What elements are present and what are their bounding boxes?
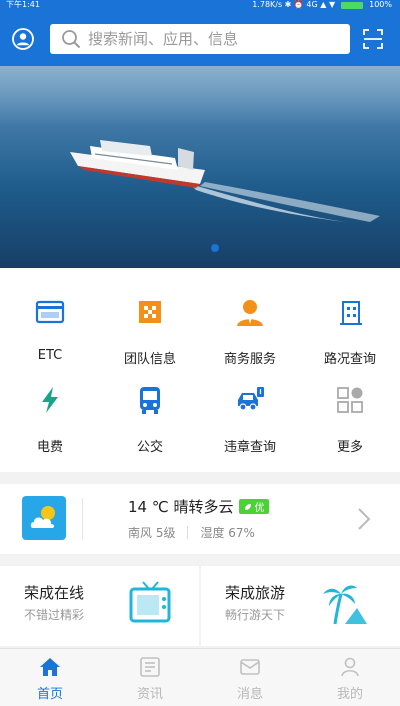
news-icon	[140, 657, 160, 677]
car-violation-icon	[238, 387, 264, 411]
tab-home[interactable]: 首页	[0, 649, 100, 706]
road-building-icon	[340, 301, 362, 325]
grid-item-label: ETC	[37, 348, 63, 363]
palm-tree-icon	[323, 585, 367, 625]
more-grid-icon	[337, 387, 363, 413]
grid-item-violation[interactable]: 违章查询	[200, 374, 300, 464]
status-time: 下午1:41	[6, 0, 40, 9]
grid-item-label: 路况查询	[323, 352, 376, 367]
promo-title: 荣成在线	[24, 584, 85, 602]
promo-card-online[interactable]: 荣成在线 不错过精彩	[0, 566, 199, 646]
bus-icon	[140, 387, 160, 414]
tab-label: 我的	[336, 687, 363, 702]
grid-item-bus[interactable]: 公交	[100, 374, 200, 464]
tab-label: 首页	[36, 687, 63, 702]
grid-item-etc[interactable]: ETC	[0, 286, 100, 376]
home-icon	[40, 658, 60, 676]
status-bar: 下午1:41 1.78K/s ✱ ⏰ 4G ▲ ▼ 100%	[0, 0, 400, 10]
tab-news[interactable]: 资讯	[100, 649, 200, 706]
grid-item-label: 商务服务	[223, 352, 276, 367]
promo-subtitle: 不错过精彩	[24, 608, 85, 622]
grid-item-business[interactable]: 商务服务	[200, 286, 300, 376]
grid-item-label: 更多	[336, 440, 363, 455]
team-grid-icon	[139, 301, 161, 323]
promo-subtitle: 畅行游天下	[225, 608, 286, 622]
aqi-badge: 优	[239, 499, 270, 514]
tab-label: 消息	[236, 687, 263, 702]
aqi-label: 优	[254, 503, 265, 514]
grid-item-electricity[interactable]: 电费	[0, 374, 100, 464]
etc-card-icon	[35, 300, 65, 324]
user-avatar-icon[interactable]	[12, 28, 34, 50]
profile-icon	[341, 657, 359, 677]
message-icon	[240, 659, 260, 675]
function-grid: ETC 团队信息 商务服务 路况查询 电费 公交 违章查询 更多	[0, 268, 400, 472]
grid-item-label: 违章查询	[223, 440, 276, 455]
weather-summary: 14 ℃ 晴转多云	[128, 498, 234, 516]
search-icon	[62, 30, 81, 49]
battery-icon	[341, 1, 364, 9]
wind-text: 南风 5级	[128, 526, 176, 540]
bottom-tab-bar: 首页 资讯 消息 我的	[0, 648, 400, 706]
tab-messages[interactable]: 消息	[200, 649, 300, 706]
humidity-text: 湿度 67%	[200, 526, 255, 540]
banner-carousel[interactable]	[0, 66, 400, 268]
business-person-icon	[237, 300, 263, 326]
grid-item-label: 电费	[36, 440, 63, 455]
tab-label: 资讯	[136, 687, 163, 702]
search-bar[interactable]	[50, 24, 350, 54]
promo-title: 荣成旅游	[225, 584, 286, 602]
grid-item-team[interactable]: 团队信息	[100, 286, 200, 376]
chevron-right-icon	[358, 508, 371, 530]
lightning-icon	[42, 387, 58, 413]
status-network: 1.78K/s ✱ ⏰ 4G ▲ ▼	[252, 0, 336, 9]
grid-item-label: 公交	[136, 440, 163, 455]
search-input[interactable]	[88, 30, 338, 48]
promo-card-tourism[interactable]: 荣成旅游 畅行游天下	[201, 566, 400, 646]
tab-profile[interactable]: 我的	[300, 649, 400, 706]
grid-item-label: 团队信息	[123, 352, 176, 367]
top-bar	[0, 10, 400, 66]
weather-cloud-sun-icon	[22, 496, 66, 540]
status-battery: 100%	[369, 0, 392, 9]
weather-card[interactable]: 14 ℃ 晴转多云 优 南风 5级 湿度 67%	[0, 484, 400, 554]
leaf-icon	[245, 503, 252, 510]
ferry-ship-image	[70, 140, 380, 222]
scan-icon[interactable]	[362, 28, 384, 50]
grid-item-road[interactable]: 路况查询	[300, 286, 400, 376]
carousel-indicator[interactable]	[211, 244, 219, 252]
grid-item-more[interactable]: 更多	[300, 374, 400, 464]
tv-icon	[129, 581, 171, 623]
